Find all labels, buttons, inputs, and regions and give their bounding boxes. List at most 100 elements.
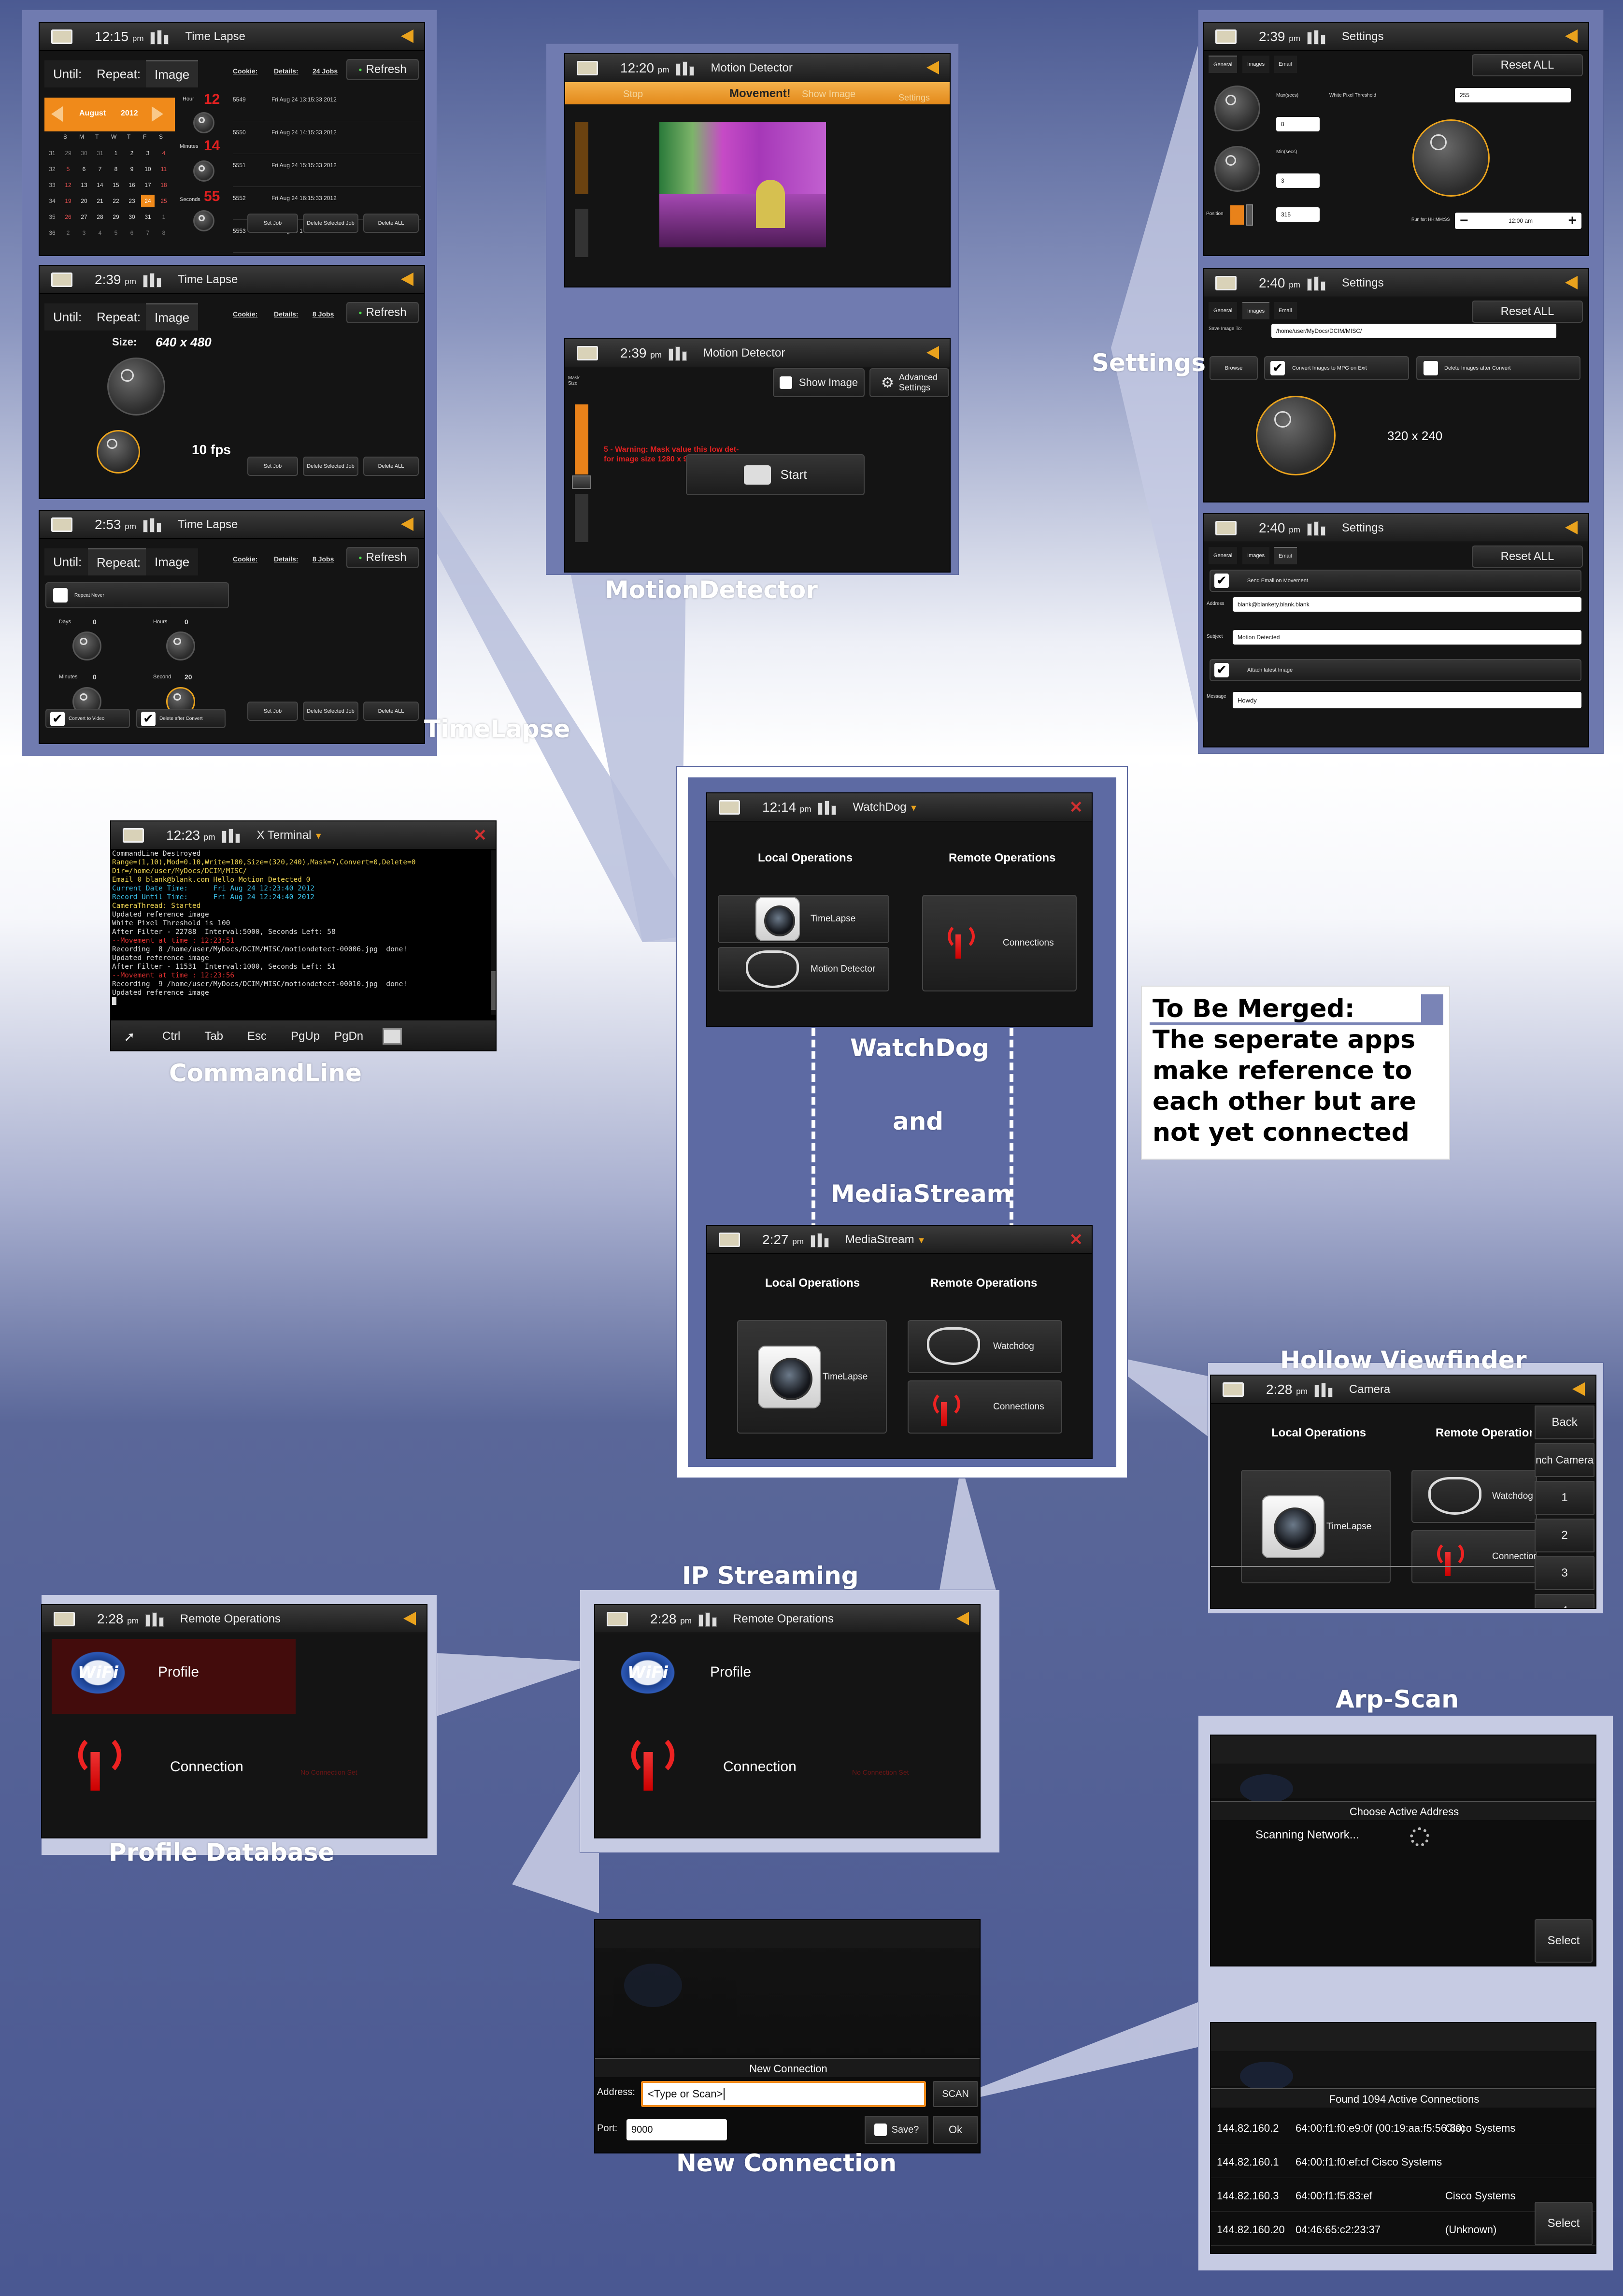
calendar-day[interactable]: 3 bbox=[77, 227, 91, 239]
calendar-day[interactable]: 29 bbox=[109, 211, 123, 223]
menu-icon[interactable] bbox=[1223, 1382, 1244, 1397]
repeat-never-toggle[interactable]: Repeat Never bbox=[45, 582, 229, 608]
tab-until[interactable]: Until: bbox=[44, 303, 91, 330]
back-arrow-icon[interactable] bbox=[401, 29, 413, 43]
calendar-day[interactable]: 11 bbox=[157, 163, 171, 175]
show-image-toggle[interactable]: Show Image bbox=[773, 368, 865, 397]
calendar-day[interactable]: 19 bbox=[61, 195, 75, 207]
threshold-dial[interactable] bbox=[1412, 119, 1490, 197]
menu-icon[interactable] bbox=[123, 828, 144, 843]
prev-month-icon[interactable] bbox=[51, 106, 63, 122]
calendar-day[interactable]: 2 bbox=[125, 147, 139, 159]
refresh-button[interactable]: ● Refresh bbox=[346, 302, 419, 323]
calendar-day[interactable]: 24 bbox=[141, 195, 155, 207]
calendar-day[interactable]: 10 bbox=[141, 163, 155, 175]
select-button[interactable]: Select bbox=[1535, 1919, 1593, 1963]
calendar-day[interactable]: 4 bbox=[157, 147, 171, 159]
tab-images[interactable]: Images bbox=[1242, 302, 1270, 319]
convert-checkbox[interactable]: ✔ bbox=[50, 712, 65, 726]
calendar-day[interactable]: 25 bbox=[157, 195, 171, 207]
delete-all-button[interactable]: Delete ALL bbox=[363, 457, 419, 476]
delete-after-convert-toggle[interactable]: Delete Images after Convert bbox=[1416, 356, 1580, 380]
calendar-day[interactable]: 1 bbox=[157, 211, 171, 223]
seconds-dial[interactable] bbox=[193, 210, 214, 231]
calendar-day[interactable]: 21 bbox=[93, 195, 107, 207]
profile-label[interactable]: Profile bbox=[710, 1664, 751, 1680]
reset-all-button[interactable]: Reset ALL bbox=[1472, 54, 1583, 76]
key-tab[interactable]: Tab bbox=[204, 1030, 223, 1043]
calendar-day[interactable]: 28 bbox=[93, 211, 107, 223]
tab-email[interactable]: Email bbox=[1274, 56, 1297, 73]
tab-repeat[interactable]: Repeat: bbox=[88, 60, 150, 87]
menu-icon[interactable] bbox=[577, 60, 598, 75]
mask-slider-track[interactable] bbox=[575, 209, 588, 257]
plus-icon[interactable]: + bbox=[1568, 213, 1577, 229]
calendar-day[interactable]: 17 bbox=[141, 179, 155, 191]
tab-until[interactable]: Until: bbox=[44, 548, 91, 575]
job-row[interactable]: 5550 Fri Aug 24 14:15:33 2012 bbox=[233, 123, 421, 154]
tab-general[interactable]: General bbox=[1209, 56, 1238, 73]
calendar-day[interactable]: 7 bbox=[93, 163, 107, 175]
calendar-day[interactable]: 23 bbox=[125, 195, 139, 207]
tab-repeat[interactable]: Repeat: bbox=[88, 548, 150, 575]
menu-icon[interactable] bbox=[1215, 29, 1237, 44]
send-email-toggle[interactable]: Send Email on Movement bbox=[1210, 570, 1581, 592]
tab-general[interactable]: General bbox=[1209, 547, 1238, 564]
calendar-day[interactable]: 9 bbox=[125, 163, 139, 175]
hours-dial[interactable] bbox=[166, 631, 195, 660]
option-4-button[interactable]: 4 bbox=[1535, 1594, 1595, 1608]
calendar-day[interactable]: 27 bbox=[77, 211, 91, 223]
reset-all-button[interactable]: Reset ALL bbox=[1472, 545, 1583, 568]
max-secs-input[interactable]: 8 bbox=[1276, 117, 1320, 131]
calendar-day[interactable]: 7 bbox=[141, 227, 155, 239]
calendar-day[interactable]: 1 bbox=[109, 147, 123, 159]
calendar-day[interactable]: 29 bbox=[61, 147, 75, 159]
terminal-scrollbar[interactable] bbox=[491, 850, 496, 1015]
run-for-input[interactable]: −12:00 am + bbox=[1455, 213, 1581, 229]
menu-icon[interactable] bbox=[607, 1611, 628, 1626]
tab-images[interactable]: Images bbox=[1242, 547, 1270, 564]
start-button[interactable]: Start bbox=[686, 454, 865, 495]
repeat-never-checkbox[interactable] bbox=[53, 588, 68, 603]
menu-icon[interactable] bbox=[51, 272, 72, 287]
subject-input[interactable]: Motion Detected bbox=[1233, 630, 1581, 645]
key-pgup[interactable]: PgUp bbox=[291, 1030, 320, 1043]
calendar-day[interactable]: 4 bbox=[93, 227, 107, 239]
tab-images[interactable]: Images bbox=[1242, 56, 1270, 73]
key-pgdn[interactable]: PgDn bbox=[334, 1030, 363, 1043]
tab-image[interactable]: Image bbox=[146, 548, 199, 575]
back-arrow-icon[interactable] bbox=[926, 61, 939, 74]
set-job-button[interactable]: Set Job bbox=[247, 702, 298, 721]
delete-checkbox[interactable]: ✔ bbox=[141, 712, 156, 726]
calendar-day[interactable]: 5 bbox=[61, 163, 75, 175]
attach-image-checkbox[interactable]: ✔ bbox=[1214, 663, 1229, 677]
calendar-day[interactable]: 8 bbox=[157, 227, 171, 239]
position-slider-handle[interactable] bbox=[1246, 204, 1253, 226]
tab-general[interactable]: General bbox=[1209, 302, 1238, 319]
keyboard-icon[interactable] bbox=[383, 1028, 402, 1045]
delete-selected-job-button[interactable]: Delete Selected Job bbox=[303, 457, 358, 476]
email-address-input[interactable]: blank@blankety.blank.blank bbox=[1233, 597, 1581, 612]
message-input[interactable]: Howdy bbox=[1233, 692, 1581, 708]
back-arrow-icon[interactable] bbox=[1565, 29, 1578, 43]
close-x-icon[interactable]: ✕ bbox=[1069, 1232, 1083, 1248]
profile-label[interactable]: Profile bbox=[158, 1664, 199, 1680]
stop-button[interactable]: Stop bbox=[623, 89, 643, 100]
close-x-icon[interactable]: ✕ bbox=[473, 827, 487, 844]
back-arrow-icon[interactable] bbox=[926, 346, 939, 359]
close-x-icon[interactable]: ✕ bbox=[1069, 799, 1083, 816]
address-input[interactable]: <Type or Scan> bbox=[641, 2081, 926, 2107]
days-dial[interactable] bbox=[72, 631, 101, 660]
calendar-day[interactable]: 30 bbox=[77, 147, 91, 159]
select-button[interactable]: Select bbox=[1535, 2202, 1593, 2245]
back-arrow-icon[interactable] bbox=[1565, 521, 1578, 534]
menu-icon[interactable] bbox=[1215, 275, 1237, 290]
port-input[interactable]: 9000 bbox=[626, 2119, 727, 2140]
set-job-button[interactable]: Set Job bbox=[247, 457, 298, 476]
tab-email[interactable]: Email bbox=[1274, 547, 1297, 564]
minus-icon[interactable]: − bbox=[1460, 213, 1468, 229]
mask-slider-track[interactable] bbox=[575, 494, 588, 542]
calendar-day[interactable]: 2 bbox=[61, 227, 75, 239]
scan-button[interactable]: SCAN bbox=[933, 2081, 978, 2107]
terminal-output[interactable]: CommandLine Destroyed Range=(1,10),Mod=0.… bbox=[112, 849, 489, 1016]
